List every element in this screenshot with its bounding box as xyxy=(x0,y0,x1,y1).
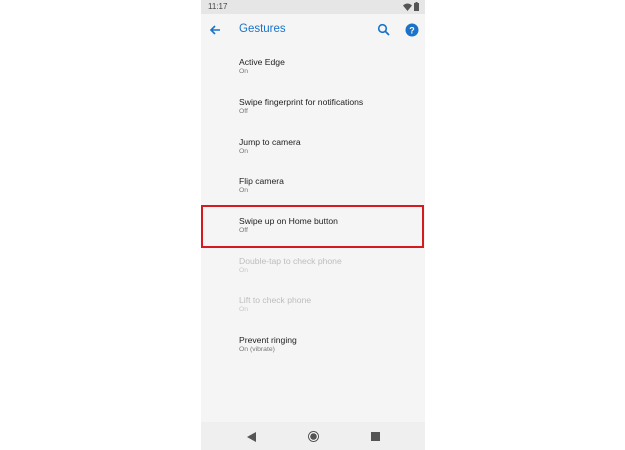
setting-title: Double-tap to check phone xyxy=(239,256,342,266)
setting-title: Swipe fingerprint for notifications xyxy=(239,97,364,107)
page-title: Gestures xyxy=(239,23,286,35)
status-time: 11:17 xyxy=(208,2,228,11)
search-icon[interactable] xyxy=(377,23,391,37)
status-bar: 11:17 xyxy=(201,0,425,14)
home-circle-icon[interactable] xyxy=(308,431,319,442)
back-triangle-icon[interactable] xyxy=(247,432,256,442)
setting-flip-camera[interactable]: Flip camera On xyxy=(201,165,425,203)
setting-active-edge[interactable]: Active Edge On xyxy=(201,46,425,84)
setting-summary: On xyxy=(239,148,249,155)
app-toolbar: Gestures ? xyxy=(201,14,425,46)
setting-prevent-ringing[interactable]: Prevent ringing On (vibrate) xyxy=(201,324,425,362)
navigation-bar xyxy=(201,422,425,450)
setting-title: Jump to camera xyxy=(239,137,301,147)
svg-text:?: ? xyxy=(409,25,415,35)
wifi-icon xyxy=(403,3,412,11)
setting-double-tap-check: Double-tap to check phone On xyxy=(201,245,425,283)
setting-title: Prevent ringing xyxy=(239,335,297,345)
recents-square-icon[interactable] xyxy=(371,432,380,441)
arrow-left-icon[interactable] xyxy=(207,22,223,38)
setting-title: Flip camera xyxy=(239,176,284,186)
setting-title: Active Edge xyxy=(239,57,285,67)
setting-jump-to-camera[interactable]: Jump to camera On xyxy=(201,126,425,164)
status-icons xyxy=(403,2,419,11)
setting-swipe-fingerprint[interactable]: Swipe fingerprint for notifications Off xyxy=(201,86,425,124)
setting-summary: On xyxy=(239,306,249,313)
setting-title: Lift to check phone xyxy=(239,295,312,305)
help-icon[interactable]: ? xyxy=(405,23,419,37)
setting-summary: On (vibrate) xyxy=(239,346,275,353)
setting-summary: Off xyxy=(239,108,248,115)
setting-summary: On xyxy=(239,68,249,75)
battery-icon xyxy=(414,2,419,11)
setting-summary: On xyxy=(239,267,249,274)
setting-summary: On xyxy=(239,187,249,194)
highlight-box xyxy=(201,205,424,248)
setting-lift-check: Lift to check phone On xyxy=(201,284,425,322)
